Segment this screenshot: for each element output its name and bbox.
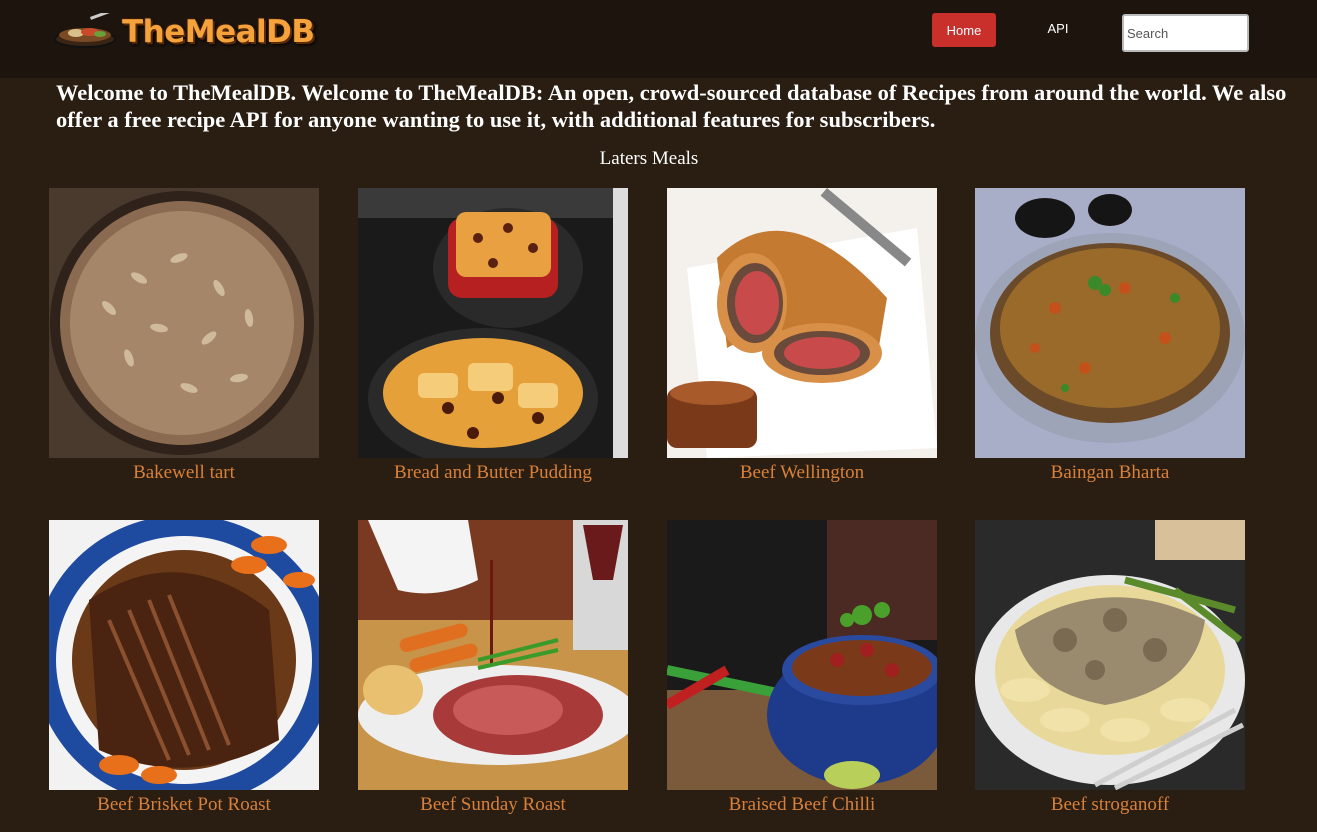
meal-title[interactable]: Bread and Butter Pudding — [358, 462, 628, 484]
meal-image[interactable] — [667, 520, 937, 790]
meal-image[interactable] — [49, 520, 319, 790]
meal-card[interactable]: Bread and Butter Pudding — [358, 188, 628, 484]
logo-text: TheMealDB — [122, 14, 315, 50]
meal-card[interactable]: Beef Sunday Roast — [358, 520, 628, 816]
meal-card[interactable]: Braised Beef Chilli — [667, 520, 937, 816]
meal-image[interactable] — [975, 188, 1245, 458]
site-logo[interactable]: TheMealDB — [52, 10, 342, 54]
meal-title[interactable]: Beef Sunday Roast — [358, 794, 628, 816]
nav-home-button[interactable]: Home — [932, 13, 996, 47]
meal-title[interactable]: Braised Beef Chilli — [667, 794, 937, 816]
meal-title[interactable]: Beef Wellington — [667, 462, 937, 484]
meal-image[interactable] — [975, 520, 1245, 790]
section-title: Laters Meals — [599, 148, 699, 169]
meal-image[interactable] — [358, 188, 628, 458]
meal-image[interactable] — [49, 188, 319, 458]
meal-title[interactable]: Beef Brisket Pot Roast — [49, 794, 319, 816]
meal-platter-icon — [54, 13, 116, 48]
meal-title[interactable]: Beef stroganoff — [975, 794, 1245, 816]
search-input[interactable] — [1122, 14, 1249, 52]
meal-image[interactable] — [667, 188, 937, 458]
meal-title[interactable]: Baingan Bharta — [975, 462, 1245, 484]
meal-card[interactable]: Beef Wellington — [667, 188, 937, 484]
meal-title[interactable]: Bakewell tart — [49, 462, 319, 484]
meal-card[interactable]: Baingan Bharta — [975, 188, 1245, 484]
meal-image[interactable] — [358, 520, 628, 790]
meal-card[interactable]: Beef Brisket Pot Roast — [49, 520, 319, 816]
navbar: TheMealDB Home API — [0, 0, 1317, 78]
welcome-heading: Welcome to TheMealDB. Welcome to TheMeal… — [56, 80, 1287, 132]
meal-card[interactable]: Beef stroganoff — [975, 520, 1245, 816]
nav-api-link[interactable]: API — [1034, 13, 1082, 47]
meal-card[interactable]: Bakewell tart — [49, 188, 319, 484]
